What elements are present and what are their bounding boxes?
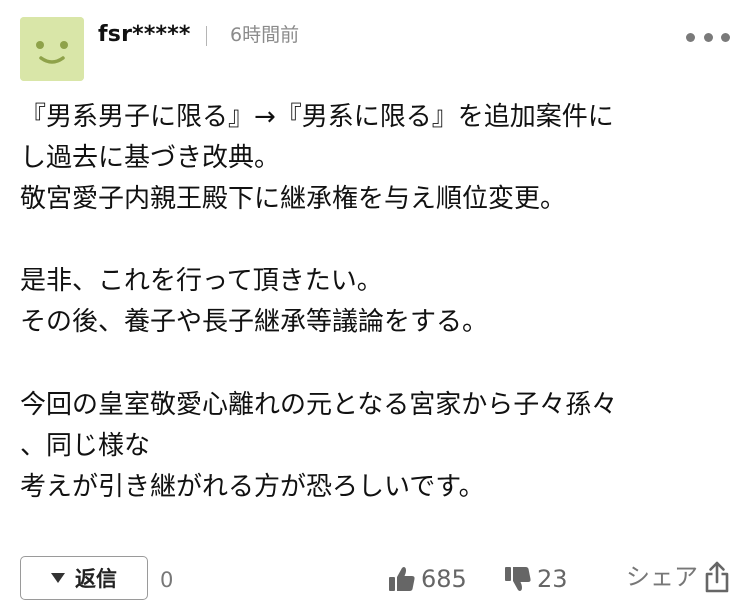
comment-line: 『男系男子に限る』→『男系に限る』を追加案件に bbox=[20, 102, 614, 132]
share-button[interactable]: シェア bbox=[626, 560, 730, 594]
comment-line: 今回の皇室敬愛心離れの元となる宮家から子々孫々 bbox=[20, 390, 618, 420]
like-count: 685 bbox=[421, 565, 467, 593]
reply-button[interactable]: 返信 bbox=[20, 556, 148, 600]
username[interactable]: fsr***** bbox=[98, 21, 191, 49]
thumbs-up-icon bbox=[389, 567, 415, 591]
dot bbox=[686, 32, 695, 42]
thumbs-down-icon bbox=[505, 567, 531, 591]
share-label: シェア bbox=[626, 563, 698, 591]
comment-header: fsr***** 6時間前 bbox=[20, 17, 730, 87]
comment-footer: 返信 0 685 23 シェア bbox=[20, 556, 730, 602]
comment-blank-line bbox=[20, 343, 730, 385]
comment-line: し過去に基づき改典。 bbox=[20, 143, 281, 173]
comment-line: 、同じ様な bbox=[20, 431, 151, 461]
comment-line: その後、養子や長子継承等議論をする。 bbox=[20, 307, 489, 337]
share-icon bbox=[705, 561, 729, 593]
reply-label: 返信 bbox=[75, 567, 117, 591]
comment-blank-line bbox=[20, 220, 730, 261]
like-button[interactable]: 685 bbox=[387, 564, 467, 594]
comment-body: 『男系男子に限る』→『男系に限る』を追加案件に し過去に基づき改典。 敬宮愛子内… bbox=[20, 97, 730, 508]
dislike-count: 23 bbox=[537, 565, 568, 593]
caret-down-icon bbox=[51, 573, 65, 583]
dot bbox=[721, 32, 730, 42]
comment-line: 考えが引き継がれる方が恐ろしいです。 bbox=[20, 472, 485, 502]
header-separator bbox=[206, 26, 207, 46]
reply-count: 0 bbox=[160, 568, 174, 592]
dot bbox=[703, 32, 713, 42]
comment-line: 敬宮愛子内親王殿下に継承権を与え順位変更。 bbox=[20, 184, 567, 214]
comment-line: 是非、これを行って頂きたい。 bbox=[20, 266, 383, 296]
dislike-button[interactable]: 23 bbox=[503, 564, 568, 594]
timestamp: 6時間前 bbox=[230, 24, 300, 46]
avatar[interactable] bbox=[20, 17, 84, 81]
more-dots-icon[interactable] bbox=[686, 27, 730, 47]
smiley-face-icon bbox=[20, 17, 84, 81]
